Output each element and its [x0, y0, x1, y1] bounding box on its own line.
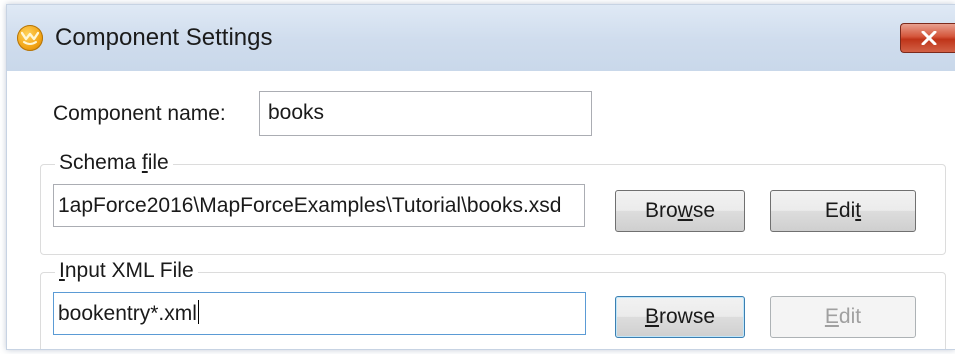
close-icon: [921, 31, 937, 45]
component-name-field[interactable]: books: [259, 91, 592, 136]
title-bar[interactable]: Component Settings: [7, 5, 955, 71]
schema-file-group-title: Schema file: [55, 151, 173, 175]
text-caret: [197, 300, 199, 324]
input-xml-browse-button[interactable]: Browse: [615, 296, 745, 338]
schema-file-path-field[interactable]: 1apForce2016\MapForceExamples\Tutorial\b…: [53, 184, 585, 227]
input-xml-group-title: Input XML File: [55, 259, 198, 283]
close-button[interactable]: [900, 23, 955, 53]
dialog-body: Component name: books Schema file 1apFor…: [7, 71, 955, 349]
dialog-title: Component Settings: [55, 24, 273, 51]
component-name-label: Component name:: [53, 102, 226, 125]
mapforce-app-icon: [17, 25, 43, 51]
component-settings-dialog: Component Settings Component name: books…: [6, 4, 955, 350]
schema-edit-button[interactable]: Edit: [770, 190, 916, 232]
input-xml-edit-button: Edit: [770, 296, 916, 338]
schema-browse-button[interactable]: Browse: [615, 190, 745, 232]
input-xml-path-field[interactable]: bookentry*.xml: [53, 292, 586, 335]
